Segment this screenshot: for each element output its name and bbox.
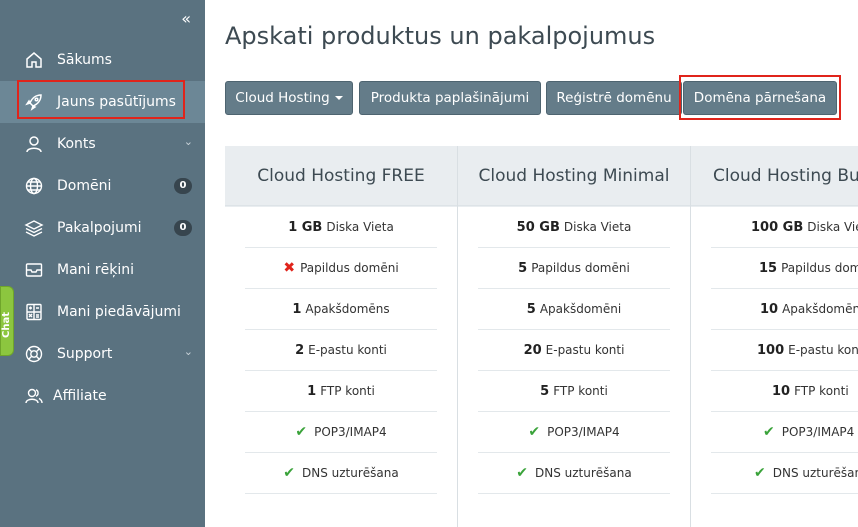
users-icon bbox=[24, 386, 44, 406]
sidebar-item-label: Sākums bbox=[57, 52, 112, 68]
cloud-hosting-dropdown[interactable]: Cloud Hosting bbox=[225, 81, 353, 115]
feature-row: 1 FTP konti bbox=[245, 371, 437, 412]
sidebar-item-support[interactable]: Support ⌄ bbox=[0, 333, 205, 375]
feature-row: 100E-pastu konti bbox=[711, 330, 858, 371]
sidebar-item-label: Konts bbox=[57, 136, 96, 152]
plan-features: 1 GB Diska Vieta ✖ Papildus domēni 1 Apakšd… bbox=[225, 207, 457, 527]
double-chevron-left-icon[interactable]: « bbox=[181, 11, 191, 27]
sidebar-item-label: Jauns pasūtījums bbox=[57, 94, 176, 110]
feature-row: ✔DNS uzturēšana bbox=[711, 453, 858, 494]
check-icon: ✔ bbox=[295, 424, 308, 440]
lifebuoy-icon bbox=[24, 344, 44, 364]
feature-row: 15Papildus domēni bbox=[711, 248, 858, 289]
calculator-icon bbox=[24, 302, 44, 322]
plan-features: 50 GB Diska Vieta 5 Papildus domēni 5 Apakš… bbox=[458, 207, 690, 527]
product-addons-button[interactable]: Produkta paplašinājumi bbox=[359, 81, 541, 115]
caret-down-icon bbox=[334, 96, 343, 100]
count-badge: 0 bbox=[174, 178, 192, 194]
button-label: Domēna pārnešana bbox=[693, 90, 827, 106]
check-icon: ✔ bbox=[516, 465, 528, 481]
check-icon: ✔ bbox=[754, 465, 766, 481]
page-title: Apskati produktus un pakalpojumus bbox=[225, 22, 656, 50]
feature-row: 50 GB Diska Vieta bbox=[478, 207, 670, 248]
sidebar-item-affiliate[interactable]: Affiliate bbox=[0, 375, 205, 417]
plan-column: Cloud Hosting Minimal 50 GB Diska Vieta 5… bbox=[458, 146, 690, 527]
check-icon: ✔ bbox=[763, 424, 775, 440]
feature-row: 1 Apakšdomēns bbox=[245, 289, 437, 330]
plan-column: Cloud Hosting Bus 100 GBDiska Vieta 15Pa… bbox=[691, 146, 858, 527]
register-domain-button[interactable]: Reģistrē domēnu bbox=[546, 81, 682, 115]
feature-row: 2 E-pastu konti bbox=[245, 330, 437, 371]
sidebar-item-konts[interactable]: Konts ⌄ bbox=[0, 123, 205, 165]
plan-title: Cloud Hosting Bus bbox=[691, 146, 858, 206]
inbox-icon bbox=[24, 260, 44, 280]
button-label: Cloud Hosting bbox=[235, 90, 330, 106]
feature-row: ✔ POP3/IMAP4 bbox=[711, 412, 858, 453]
sidebar: « Sākums Jauns pasūtījums Konts ⌄ Domēni… bbox=[0, 0, 205, 527]
plan-title: Cloud Hosting FREE bbox=[225, 146, 457, 206]
chat-tab-label: Chat bbox=[1, 312, 12, 338]
sidebar-item-label: Affiliate bbox=[53, 388, 107, 404]
domain-transfer-button[interactable]: Domēna pārnešana bbox=[683, 81, 837, 115]
feature-row: 10 FTP konti bbox=[711, 371, 858, 412]
sidebar-item-mani-piedavajumi[interactable]: Mani piedāvājumi bbox=[0, 291, 205, 333]
sidebar-item-label: Support bbox=[57, 346, 113, 362]
feature-row: ✔ POP3/IMAP4 bbox=[245, 412, 437, 453]
sidebar-item-mani-rekini[interactable]: Mani rēķini bbox=[0, 249, 205, 291]
feature-row: 10 Apakšdomēni bbox=[711, 289, 858, 330]
sidebar-item-sakums[interactable]: Sākums bbox=[0, 39, 205, 81]
feature-row: ✔DNS uzturēšana bbox=[478, 453, 670, 494]
sidebar-item-jauns-pasutijums[interactable]: Jauns pasūtījums bbox=[0, 81, 205, 123]
layers-icon bbox=[24, 218, 44, 238]
feature-row: 20 E-pastu konti bbox=[478, 330, 670, 371]
sidebar-item-domeni[interactable]: Domēni 0 bbox=[0, 165, 205, 207]
button-label: Reģistrē domēnu bbox=[556, 90, 672, 106]
sidebar-item-pakalpojumi[interactable]: Pakalpojumi 0 bbox=[0, 207, 205, 249]
check-icon: ✔ bbox=[528, 424, 541, 440]
plan-column: Cloud Hosting FREE 1 GB Diska Vieta ✖ Papi… bbox=[225, 146, 457, 527]
globe-icon bbox=[24, 176, 44, 196]
sidebar-item-label: Mani rēķini bbox=[57, 262, 134, 278]
sidebar-nav: Sākums Jauns pasūtījums Konts ⌄ Domēni 0 bbox=[0, 39, 205, 417]
feature-row: ✖ Papildus domēni bbox=[245, 248, 437, 289]
sidebar-item-label: Domēni bbox=[57, 178, 112, 194]
feature-row: 1 GB Diska Vieta bbox=[245, 207, 437, 248]
user-icon bbox=[24, 134, 44, 154]
feature-row: ✔DNS uzturēšana bbox=[245, 453, 437, 494]
main-content: Apskati produktus un pakalpojumus Cloud … bbox=[205, 0, 858, 527]
plan-title: Cloud Hosting Minimal bbox=[458, 146, 690, 206]
sidebar-item-label: Mani piedāvājumi bbox=[57, 304, 181, 320]
plan-features: 100 GBDiska Vieta 15Papildus domēni 10Ap… bbox=[691, 207, 858, 527]
sidebar-item-label: Pakalpojumi bbox=[57, 220, 142, 236]
chat-tab[interactable]: Chat bbox=[0, 286, 14, 356]
feature-row: 5 Apakšdomēni bbox=[478, 289, 670, 330]
check-icon: ✔ bbox=[283, 465, 295, 481]
chevron-down-icon: ⌄ bbox=[183, 345, 193, 358]
feature-row: ✔ POP3/IMAP4 bbox=[478, 412, 670, 453]
chevron-down-icon: ⌄ bbox=[183, 135, 193, 148]
feature-row: 5 Papildus domēni bbox=[478, 248, 670, 289]
pricing-table: Cloud Hosting FREE 1 GB Diska Vieta ✖ Papi… bbox=[225, 146, 858, 527]
count-badge: 0 bbox=[174, 220, 192, 236]
rocket-icon bbox=[24, 92, 44, 112]
home-icon bbox=[24, 50, 44, 70]
feature-row: 5 FTP konti bbox=[478, 371, 670, 412]
feature-row: 100 GBDiska Vieta bbox=[711, 207, 858, 248]
button-label: Produkta paplašinājumi bbox=[370, 90, 530, 106]
cross-icon: ✖ bbox=[283, 260, 296, 276]
